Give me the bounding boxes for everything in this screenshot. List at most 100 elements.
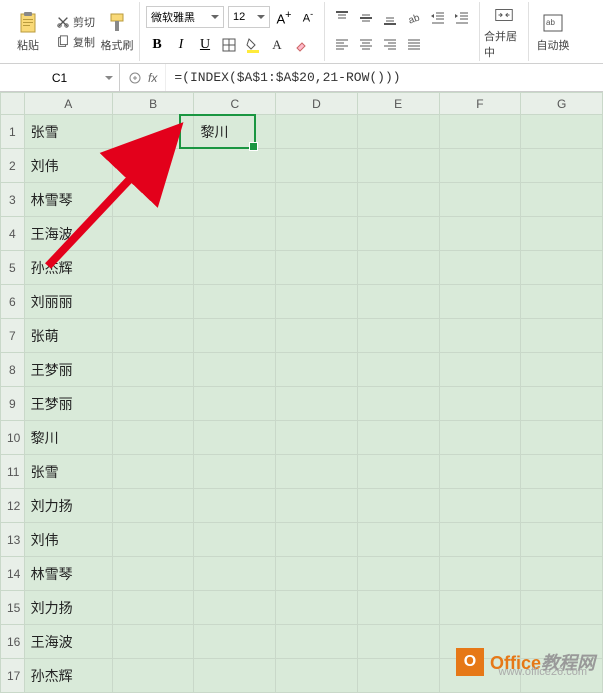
cut-button[interactable]: 剪切 (52, 13, 99, 31)
cell[interactable]: 刘伟 (24, 149, 112, 183)
cell[interactable] (112, 557, 194, 591)
row-header[interactable]: 4 (1, 217, 25, 251)
cell[interactable] (112, 115, 194, 149)
cell[interactable] (194, 455, 276, 489)
paste-button[interactable]: 粘贴 (8, 4, 48, 60)
row-header[interactable]: 9 (1, 387, 25, 421)
cell[interactable] (521, 421, 603, 455)
cell[interactable] (194, 625, 276, 659)
cell[interactable] (276, 319, 358, 353)
clear-format-button[interactable] (290, 34, 312, 56)
cell[interactable] (112, 183, 194, 217)
format-painter-button[interactable]: 格式刷 (99, 4, 135, 60)
cell[interactable]: 王梦丽 (24, 353, 112, 387)
cell[interactable] (439, 353, 521, 387)
cell[interactable] (276, 149, 358, 183)
align-right-button[interactable] (379, 34, 401, 56)
underline-button[interactable]: U (194, 34, 216, 56)
cell[interactable] (439, 183, 521, 217)
cell[interactable] (357, 353, 439, 387)
cell[interactable] (357, 285, 439, 319)
cell[interactable] (112, 319, 194, 353)
cell[interactable] (521, 115, 603, 149)
cell[interactable] (357, 319, 439, 353)
italic-button[interactable]: I (170, 34, 192, 56)
cell[interactable]: 王海波 (24, 217, 112, 251)
cell[interactable] (112, 489, 194, 523)
cell[interactable] (194, 523, 276, 557)
decrease-indent-button[interactable] (427, 7, 449, 29)
row-header[interactable]: 3 (1, 183, 25, 217)
cell[interactable] (112, 523, 194, 557)
copy-button[interactable]: 复制 (52, 33, 99, 51)
cell[interactable] (194, 421, 276, 455)
cell[interactable] (439, 149, 521, 183)
cell[interactable] (112, 149, 194, 183)
cell[interactable] (357, 149, 439, 183)
cell[interactable] (276, 455, 358, 489)
cell[interactable] (276, 285, 358, 319)
cell[interactable] (521, 455, 603, 489)
cell[interactable] (439, 489, 521, 523)
cell[interactable] (439, 387, 521, 421)
cell[interactable] (439, 251, 521, 285)
bold-button[interactable]: B (146, 34, 168, 56)
cell[interactable] (439, 455, 521, 489)
cell[interactable] (194, 285, 276, 319)
cell[interactable] (357, 421, 439, 455)
orientation-button[interactable]: ab (403, 7, 425, 29)
increase-font-button[interactable]: A+ (274, 7, 294, 27)
font-name-select[interactable]: 微软雅黑 (146, 6, 224, 28)
row-header[interactable]: 15 (1, 591, 25, 625)
cell[interactable]: 张萌 (24, 319, 112, 353)
cell[interactable] (357, 455, 439, 489)
cell[interactable] (276, 353, 358, 387)
row-header[interactable]: 13 (1, 523, 25, 557)
cell[interactable] (357, 659, 439, 693)
cell[interactable] (194, 183, 276, 217)
col-header-C[interactable]: C (194, 93, 276, 115)
col-header-E[interactable]: E (357, 93, 439, 115)
autowrap-button[interactable]: ab 自动换 (533, 4, 573, 59)
font-size-select[interactable]: 12 (228, 6, 270, 28)
cell[interactable] (194, 217, 276, 251)
cell[interactable] (194, 659, 276, 693)
align-bottom-button[interactable] (379, 7, 401, 29)
cell[interactable] (194, 387, 276, 421)
cell[interactable] (439, 421, 521, 455)
row-header[interactable]: 5 (1, 251, 25, 285)
cell[interactable] (112, 217, 194, 251)
cell[interactable] (521, 251, 603, 285)
cell[interactable] (276, 659, 358, 693)
cell[interactable] (357, 489, 439, 523)
name-box[interactable]: C1 (0, 64, 120, 91)
cell[interactable] (357, 625, 439, 659)
col-header-F[interactable]: F (439, 93, 521, 115)
cell[interactable]: 刘伟 (24, 523, 112, 557)
cell[interactable] (521, 319, 603, 353)
cell[interactable] (521, 387, 603, 421)
col-header-A[interactable]: A (24, 93, 112, 115)
cell[interactable] (276, 421, 358, 455)
cell[interactable] (357, 523, 439, 557)
cell[interactable]: 张雪 (24, 115, 112, 149)
justify-button[interactable] (403, 34, 425, 56)
cell[interactable] (357, 251, 439, 285)
cell[interactable]: 刘丽丽 (24, 285, 112, 319)
cell[interactable] (439, 557, 521, 591)
cell[interactable]: 黎川 (194, 115, 276, 149)
row-header[interactable]: 17 (1, 659, 25, 693)
cell[interactable] (112, 625, 194, 659)
cell[interactable] (439, 115, 521, 149)
cell[interactable] (357, 387, 439, 421)
cell[interactable] (194, 591, 276, 625)
align-middle-button[interactable] (355, 7, 377, 29)
cell[interactable] (194, 557, 276, 591)
col-header-B[interactable]: B (112, 93, 194, 115)
cell[interactable] (112, 455, 194, 489)
cell[interactable] (194, 319, 276, 353)
cell[interactable] (357, 557, 439, 591)
cell[interactable] (357, 217, 439, 251)
cell[interactable] (521, 523, 603, 557)
row-header[interactable]: 16 (1, 625, 25, 659)
